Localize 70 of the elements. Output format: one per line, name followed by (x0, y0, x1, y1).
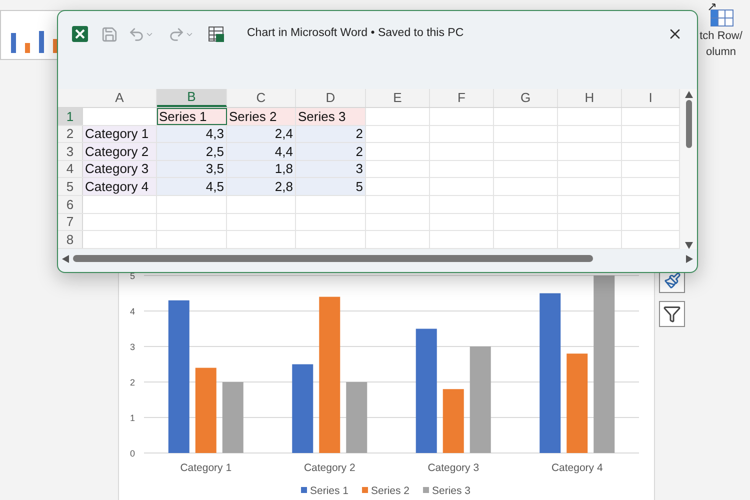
table-cell[interactable]: 2,5 (157, 143, 227, 160)
row-header[interactable]: 4 (58, 160, 83, 178)
table-cell[interactable]: 4,4 (227, 143, 296, 160)
chart-filters-button[interactable] (659, 301, 685, 327)
axis-tick-label: 2 (130, 378, 135, 388)
row-header[interactable]: 1 (58, 108, 83, 125)
redo-icon[interactable] (168, 26, 185, 42)
table-cell[interactable]: Category 2 (83, 143, 157, 160)
table-cell[interactable]: Series 1 (157, 108, 227, 125)
table-cell[interactable]: 2,8 (227, 178, 296, 195)
table-cell[interactable]: 3 (296, 160, 366, 178)
column-header[interactable]: G (494, 89, 558, 107)
legend-label: Series 3 (432, 485, 471, 497)
column-header[interactable]: F (430, 89, 494, 107)
row-header[interactable]: 8 (58, 231, 83, 248)
switch-row-column-button[interactable]: tch Row/ olumn (696, 0, 750, 62)
legend-swatch (423, 487, 429, 493)
table-cell[interactable]: Series 2 (227, 108, 296, 125)
legend-swatch (301, 487, 307, 493)
spreadsheet-app-icon (72, 26, 88, 42)
column-header[interactable]: E (366, 89, 430, 107)
category-label: Category 1 (180, 462, 232, 474)
table-cell[interactable]: 4,3 (157, 126, 227, 142)
category-label: Category 3 (428, 462, 480, 474)
window-title: Chart in Microsoft Word • Saved to this PC (247, 26, 464, 42)
table-cell[interactable]: Series 3 (296, 108, 366, 125)
table-cell[interactable]: 3,5 (157, 160, 227, 178)
legend-label: Series 2 (371, 485, 410, 497)
bar (222, 382, 244, 453)
table-cell[interactable]: 1,8 (227, 160, 296, 178)
axis-tick-label: 0 (130, 448, 135, 458)
row-header[interactable]: 5 (58, 178, 83, 195)
scroll-left-icon (62, 254, 69, 263)
vertical-scrollbar[interactable] (680, 89, 697, 249)
category-label: Category 2 (304, 462, 356, 474)
bar (442, 389, 464, 453)
column-header[interactable]: H (558, 89, 622, 107)
save-icon[interactable] (101, 26, 118, 42)
scroll-right-icon (686, 254, 693, 263)
table-cell[interactable]: Category 4 (83, 178, 157, 195)
table-cell[interactable]: 2 (296, 126, 366, 142)
scroll-down-icon (684, 242, 692, 249)
axis-tick-label: 5 (130, 271, 135, 281)
axis-tick-label: 3 (130, 342, 135, 352)
legend-swatch (362, 487, 368, 493)
filter-icon (663, 305, 681, 323)
ribbon-label: olumn (706, 45, 736, 60)
scroll-up-icon (684, 91, 692, 98)
row-header[interactable]: 3 (58, 143, 83, 160)
table-cell[interactable]: 5 (296, 178, 366, 195)
undo-icon[interactable] (128, 26, 145, 42)
row-header[interactable]: 2 (58, 126, 83, 142)
legend-label: Series 1 (310, 485, 349, 497)
table-cell[interactable]: 2 (296, 143, 366, 160)
bar (346, 382, 368, 453)
category-label: Category 4 (551, 462, 603, 474)
brush-icon (664, 272, 680, 288)
table-cell[interactable]: 4,5 (157, 178, 227, 195)
table-cell[interactable]: 2,4 (227, 126, 296, 142)
spreadsheet-table-icon[interactable] (208, 26, 225, 42)
row-header[interactable]: 7 (58, 214, 83, 230)
row-header[interactable]: 6 (58, 196, 83, 213)
axis-tick-label: 1 (130, 413, 135, 423)
table-cell[interactable]: Category 3 (83, 160, 157, 178)
column-header[interactable]: C (227, 89, 296, 107)
axis-tick-label: 4 (130, 306, 135, 316)
ribbon-label: tch Row/ (700, 29, 742, 44)
column-header[interactable]: B (157, 89, 227, 107)
column-header[interactable]: D (296, 89, 366, 107)
table-cell[interactable]: Category 1 (83, 126, 157, 142)
